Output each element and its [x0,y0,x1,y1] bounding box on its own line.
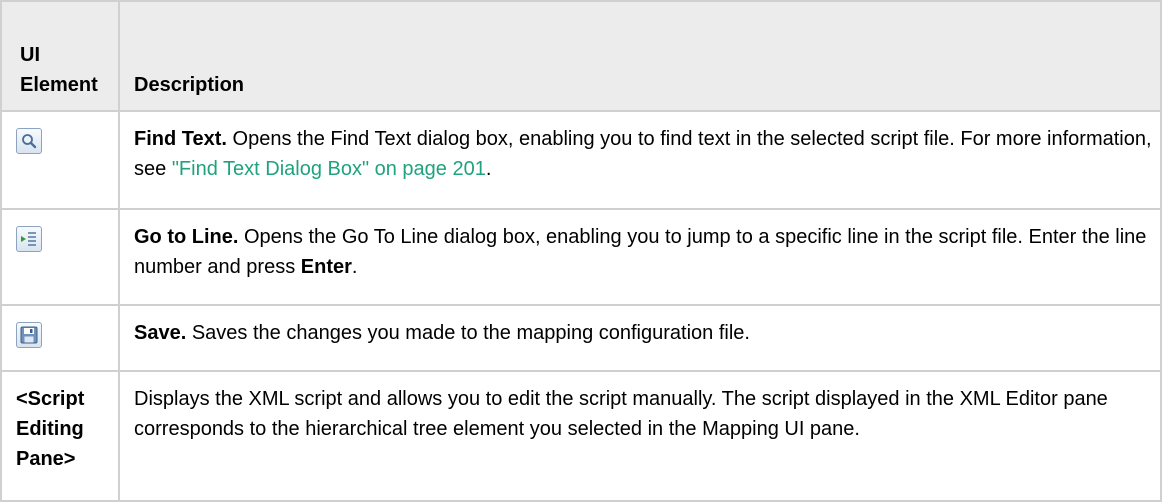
ui-element-cell [0,304,120,372]
header-ui-element-line1: UI [20,44,40,66]
go-to-line-icon[interactable] [16,226,42,252]
table-row: Save. Saves the changes you made to the … [0,304,1162,372]
description-cell: Go to Line. Opens the Go To Line dialog … [118,208,1162,306]
save-icon[interactable] [16,322,42,348]
row-text: Displays the XML script and allows you t… [134,388,1108,440]
header-ui-element-line2: Element [20,74,98,96]
description-cell: Find Text. Opens the Find Text dialog bo… [118,110,1162,210]
table-row: Go to Line. Opens the Go To Line dialog … [0,208,1162,306]
ui-elements-table: UI Element Description Find Text. Opens … [0,0,1162,502]
row-text: Opens the Go To Line dialog box, enablin… [134,226,1147,278]
description-cell: Displays the XML script and allows you t… [118,370,1162,502]
ui-element-cell [0,208,120,306]
header-ui-element: UI Element [0,0,120,112]
description-cell: Save. Saves the changes you made to the … [118,304,1162,372]
header-description: Description [118,0,1162,112]
row-title: Go to Line. [134,226,239,248]
table-header-row: UI Element Description [0,0,1162,112]
ui-element-cell: <Script Editing Pane> [0,370,120,502]
find-text-icon[interactable] [16,128,42,154]
script-editing-pane-label-line2: Editing [16,418,84,440]
script-editing-pane-label-line1: <Script [16,388,85,410]
enter-key-label: Enter [300,256,352,278]
row-title: Save. [134,322,187,344]
table-row: Find Text. Opens the Find Text dialog bo… [0,110,1162,210]
find-text-dialog-link[interactable]: "Find Text Dialog Box" on page 201 [172,158,486,180]
row-text: Saves the changes you made to the mappin… [186,322,750,344]
row-text-end: . [485,158,492,180]
script-editing-pane-label-line3: Pane> [16,448,76,470]
row-title: Find Text. [134,128,227,150]
row-text-end: . [351,256,358,278]
table-row: <Script Editing Pane> Displays the XML s… [0,370,1162,502]
ui-element-cell [0,110,120,210]
